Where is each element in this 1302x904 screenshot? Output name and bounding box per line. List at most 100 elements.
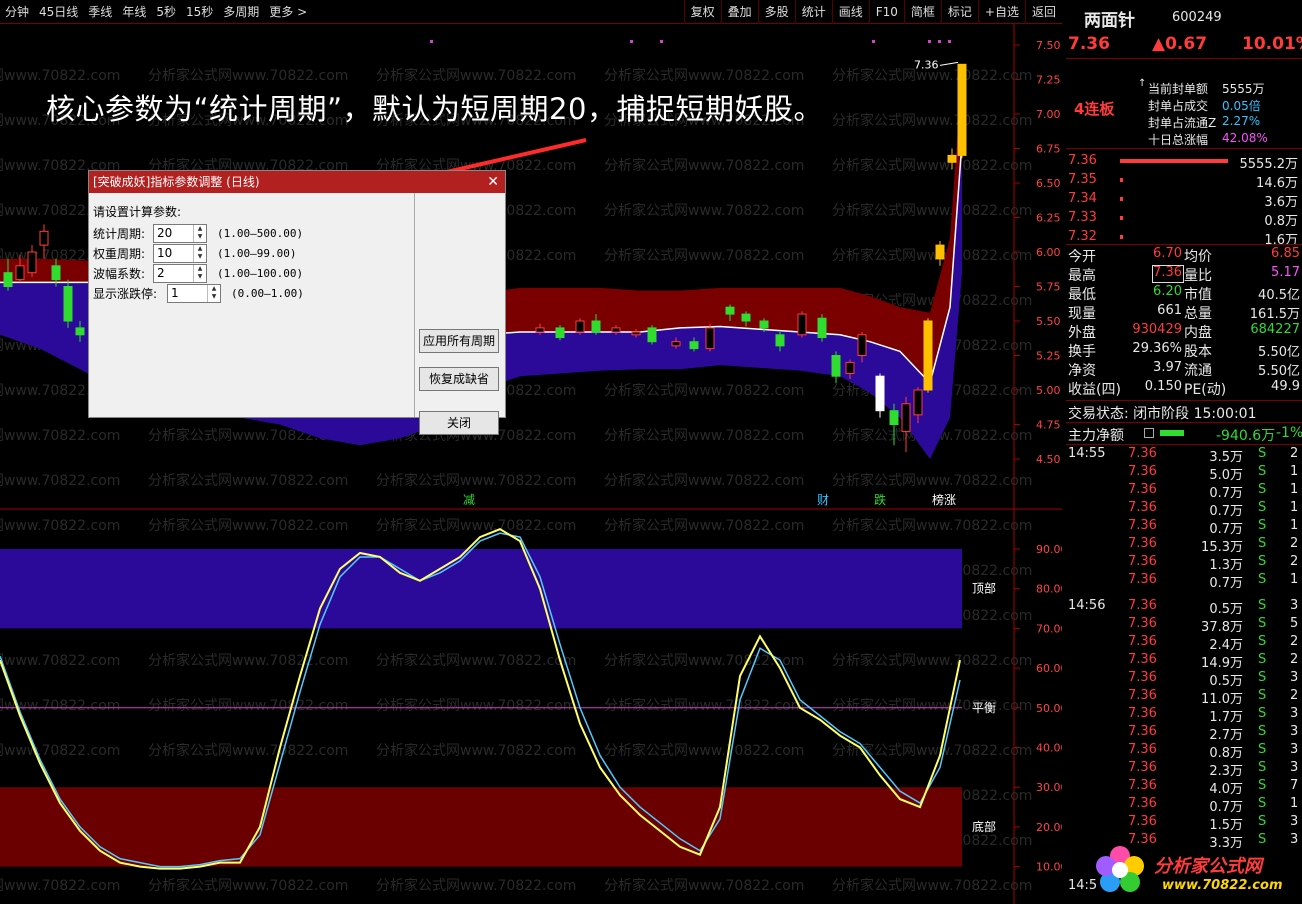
tool-button[interactable]: 统计 <box>794 0 832 24</box>
candle-body <box>923 320 933 391</box>
tick-count: 1 <box>1290 796 1299 811</box>
main-flow-value: -940.6万 <box>1216 428 1276 444</box>
param-row: 统计周期: 20 ▲ ▼ (1.00—500.00) <box>93 223 303 243</box>
restore-default-button[interactable]: 恢复成缺省 <box>419 367 499 391</box>
tick-count: 2 <box>1290 446 1299 461</box>
price-change: ▲0.67 <box>1152 34 1208 54</box>
signal-dot <box>872 40 875 43</box>
chart-area[interactable]: 7.50 7.25 7.00 6.75 6.50 6.25 6.00 5.75 5.50 5.25… <box>0 24 1062 904</box>
logo <box>1092 842 1148 902</box>
price-tick: 5.25 <box>1036 350 1061 363</box>
tool-button[interactable]: 多股 <box>757 0 795 24</box>
candle-body <box>845 361 855 374</box>
amplitude-input[interactable]: 2 ▲ ▼ <box>153 263 207 283</box>
tick-volume: 2.4万 <box>1209 638 1243 653</box>
watermark: 分析家公式网www.70822.com <box>604 472 804 489</box>
tick-side: S <box>1258 652 1267 667</box>
flower-logo-icon <box>1096 846 1144 892</box>
apply-all-button[interactable]: 应用所有周期 <box>419 329 499 353</box>
candle-body <box>689 341 699 350</box>
tool-button[interactable]: 复权 <box>683 0 721 24</box>
watermark: 分析家公式网www.70822.com <box>604 202 804 219</box>
period-tab[interactable]: 更多 > <box>264 3 312 20</box>
candle-body <box>889 410 899 426</box>
tool-button[interactable]: 叠加 <box>720 0 758 24</box>
zone-label-mid: 平衡 <box>972 701 996 715</box>
signal-dot <box>928 40 931 43</box>
stat-value: 5.50亿 <box>1258 345 1300 360</box>
top-zone <box>0 549 962 629</box>
close-button[interactable]: 关闭 <box>419 411 499 435</box>
candle-body <box>831 355 841 377</box>
list-icon[interactable] <box>1144 428 1154 438</box>
candle-body <box>555 327 565 339</box>
osc-tick: 20.00 <box>1036 821 1062 834</box>
tick-side: S <box>1258 518 1267 533</box>
tool-buttons: 复权 叠加 多股 统计 画线 F10 简框 标记 +自选 返回 <box>683 0 1062 24</box>
param-row: 波幅系数: 2 ▲ ▼ (1.00—100.00) <box>93 263 303 283</box>
tick-side: S <box>1258 598 1267 613</box>
watermark: 分析家公式网www.70822.com <box>832 247 1032 264</box>
tick-volume: 1.7万 <box>1209 710 1243 725</box>
period-tab[interactable]: 5秒 <box>151 3 181 20</box>
price-tick: 7.00 <box>1036 108 1061 121</box>
tool-button[interactable]: F10 <box>868 0 904 24</box>
tick-count: 2 <box>1290 688 1299 703</box>
candle-body <box>797 313 807 336</box>
period-tab[interactable]: 分钟 <box>0 3 34 20</box>
watermark: 分析家公式网www.70822.com <box>0 472 120 489</box>
price-tick: 5.00 <box>1036 384 1061 397</box>
period-input[interactable]: 20 ▲ ▼ <box>153 223 207 243</box>
param-range: (1.00—100.00) <box>217 266 304 280</box>
limit-display-input[interactable]: 1 ▲ ▼ <box>167 283 221 303</box>
period-tab[interactable]: 年线 <box>117 3 151 20</box>
price-tick: 5.50 <box>1036 315 1061 328</box>
weight-period-input[interactable]: 10 ▲ ▼ <box>153 243 207 263</box>
candle-body <box>957 63 967 156</box>
watermark: 分析家公式网www.70822.com <box>0 517 120 534</box>
stock-name: 两面针 <box>1084 11 1135 31</box>
candle-body <box>725 306 735 315</box>
tool-button[interactable]: 画线 <box>831 0 869 24</box>
period-tab[interactable]: 45日线 <box>34 3 83 20</box>
stock-code: 600249 <box>1172 10 1222 25</box>
period-tabs: 分钟 45日线 季线 年线 5秒 15秒 多周期 更多 > <box>0 3 312 20</box>
candle-body <box>27 251 37 274</box>
watermark: 分析家公式网www.70822.com <box>604 427 804 444</box>
spinner-icon[interactable]: ▲ ▼ <box>207 284 220 302</box>
watermark: 分析家公式网www.70822.com <box>0 877 120 894</box>
period-tab[interactable]: 15秒 <box>181 3 218 20</box>
tick-count: 1 <box>1290 482 1299 497</box>
tool-button[interactable]: +自选 <box>977 0 1025 24</box>
tick-count: 3 <box>1290 670 1299 685</box>
tick-count: 3 <box>1290 724 1299 739</box>
close-icon[interactable]: ✕ <box>487 171 499 193</box>
param-range: (1.00—500.00) <box>217 226 304 240</box>
period-tab[interactable]: 多周期 <box>218 3 264 20</box>
price-tick: 5.75 <box>1036 281 1061 294</box>
watermark: 分析家公式网www.70822.com <box>148 697 348 714</box>
tick-side: S <box>1258 742 1267 757</box>
stat-value: 6.85 <box>1271 246 1300 261</box>
period-tab[interactable]: 季线 <box>83 3 117 20</box>
logo-url: www.70822.com <box>1162 878 1283 893</box>
high-highlight <box>1152 265 1184 283</box>
seal-value: 0.05倍 <box>1222 99 1261 113</box>
watermark: 分析家公式网www.70822.com <box>376 652 576 669</box>
tick-side: S <box>1258 616 1267 631</box>
tool-button[interactable]: 标记 <box>940 0 978 24</box>
tool-button[interactable]: 简框 <box>903 0 941 24</box>
spinner-icon[interactable]: ▲ ▼ <box>193 224 206 242</box>
candle-body <box>75 327 85 336</box>
dialog-titlebar[interactable]: [突破成妖]指标参数调整 (日线) ✕ <box>89 171 505 193</box>
candle-body <box>775 334 785 347</box>
tool-button[interactable]: 返回 <box>1024 0 1062 24</box>
candle-body <box>15 265 25 281</box>
zone-label-bottom: 底部 <box>972 819 996 834</box>
input-value: 20 <box>157 226 173 240</box>
spinner-icon[interactable]: ▲ ▼ <box>193 264 206 282</box>
watermark: 分析家公式网www.70822.com <box>376 67 576 84</box>
osc-tick: 70.00 <box>1036 622 1062 635</box>
spinner-icon[interactable]: ▲ ▼ <box>193 244 206 262</box>
tick-count: 3 <box>1290 742 1299 757</box>
